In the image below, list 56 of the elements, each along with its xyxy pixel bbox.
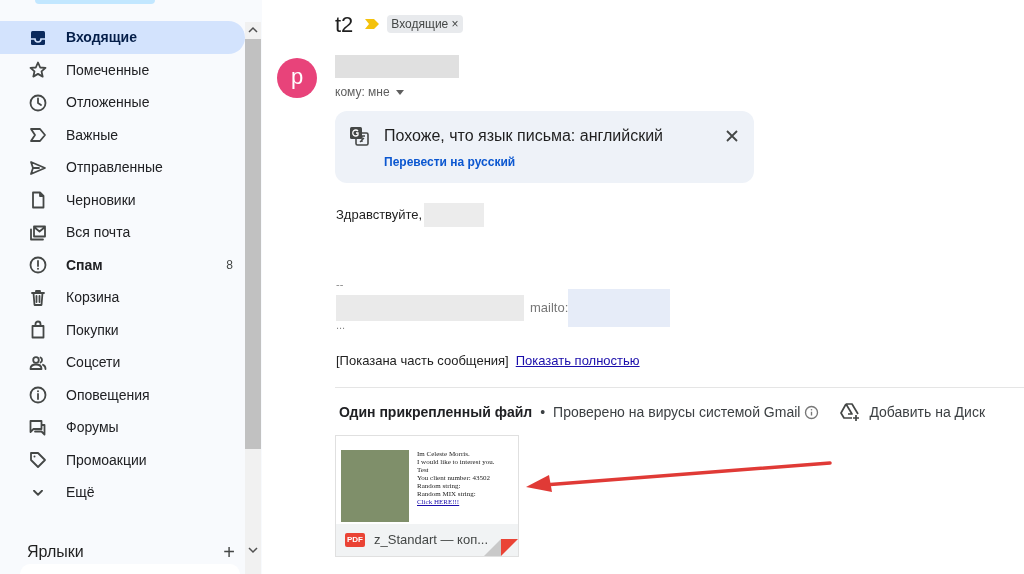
scroll-up-icon[interactable] — [248, 26, 258, 34]
label-arrow-icon — [28, 125, 48, 145]
virus-scan-note: Проверено на вирусы системой Gmail — [553, 402, 801, 422]
avatar: p — [277, 58, 317, 98]
sidebar-item[interactable]: Корзина — [0, 281, 245, 314]
sidebar-item[interactable]: Форумы — [0, 411, 245, 444]
translate-icon — [349, 126, 369, 146]
add-label-button[interactable]: + — [223, 542, 235, 561]
clipped-message-note: [Показана часть сообщения] — [336, 352, 509, 370]
unread-count: 8 — [226, 257, 233, 274]
drive-add-icon — [839, 402, 862, 422]
scrollbar[interactable] — [245, 22, 261, 574]
chevron-down-icon — [33, 489, 43, 496]
show-full-message-link[interactable]: Показать полностью — [515, 351, 640, 371]
sidebar-item[interactable]: Спам 8 — [0, 248, 245, 282]
signature-dash: -- — [336, 279, 345, 289]
greeting-text: Здравствуйте, — [336, 206, 423, 225]
sidebar-item[interactable]: Покупки — [0, 313, 245, 347]
subject-title: t2 — [335, 10, 354, 39]
sidebar-item[interactable]: Помеченные — [0, 53, 245, 87]
sidebar-item[interactable]: Оповещения — [0, 378, 245, 412]
sidebar-item[interactable]: Входящие — [0, 21, 245, 54]
attachment-filename: z_Standart — коп... — [374, 530, 489, 549]
close-icon[interactable] — [726, 130, 738, 142]
translate-message: Похоже, что язык письма: английский — [384, 126, 665, 146]
sidebar-item[interactable]: Соцсети — [0, 346, 245, 379]
compose-button[interactable] — [35, 0, 155, 5]
sidebar-item[interactable]: Отложенные — [0, 86, 245, 119]
scrollbar-thumb[interactable] — [245, 39, 261, 449]
alert-icon — [28, 255, 48, 275]
attachments-heading: Один прикрепленный файл — [339, 402, 533, 422]
sidebar-item[interactable]: Отправленные — [0, 151, 245, 184]
recipient-dropdown[interactable]: кому: мне — [335, 83, 404, 101]
sidebar-item[interactable]: Ещё — [0, 476, 245, 509]
chat-bubbles-icon — [28, 417, 48, 438]
info-icon[interactable] — [804, 404, 820, 420]
scroll-down-icon[interactable] — [248, 546, 258, 554]
ellipsis-text: ... — [336, 319, 347, 331]
trash-icon — [28, 287, 48, 308]
sidebar-item[interactable]: Промоакции — [0, 443, 245, 477]
separator-dot: • — [540, 402, 546, 422]
mailto-text: mailto: — [530, 299, 569, 318]
info-icon — [28, 385, 48, 405]
tag-icon — [28, 450, 48, 470]
sidebar-item[interactable]: Черновики — [0, 183, 245, 217]
translate-link[interactable]: Перевести на русский — [384, 153, 516, 171]
importance-marker-icon[interactable] — [365, 19, 380, 29]
add-to-drive-button[interactable]: Добавить на Диск — [839, 401, 986, 423]
pdf-badge: PDF — [345, 532, 365, 547]
label-chip[interactable]: Входящие × — [387, 15, 463, 33]
labels-heading: Ярлыки — [27, 542, 85, 561]
star-icon — [28, 60, 48, 80]
clock-icon — [28, 92, 48, 113]
caret-icon — [395, 89, 404, 95]
sidebar-item[interactable]: Вся почта — [0, 216, 245, 249]
sidebar-item[interactable]: Важные — [0, 118, 245, 152]
